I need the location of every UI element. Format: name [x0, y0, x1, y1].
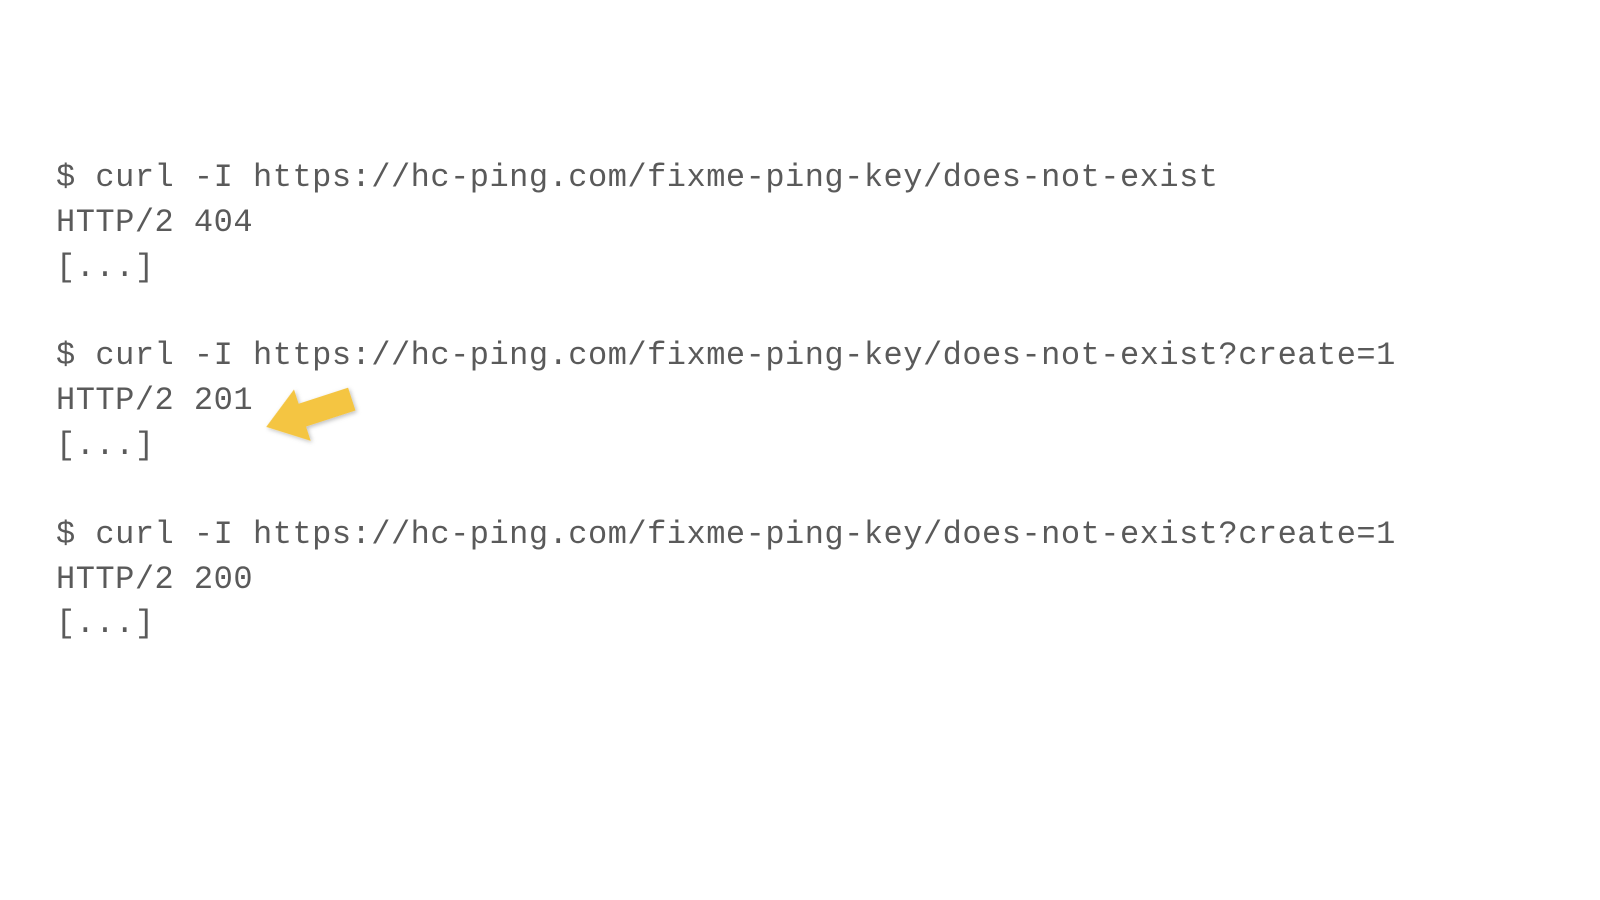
command-line: $ curl -I https://hc-ping.com/fixme-ping… — [56, 334, 1600, 379]
ellipsis-line: [...] — [56, 602, 1600, 647]
highlight-arrow-icon — [254, 378, 364, 448]
response-line: HTTP/2 404 — [56, 201, 1600, 246]
terminal-block-3: $ curl -I https://hc-ping.com/fixme-ping… — [56, 513, 1600, 647]
command-line: $ curl -I https://hc-ping.com/fixme-ping… — [56, 513, 1600, 558]
command-line: $ curl -I https://hc-ping.com/fixme-ping… — [56, 156, 1600, 201]
terminal-block-1: $ curl -I https://hc-ping.com/fixme-ping… — [56, 156, 1600, 290]
response-line: HTTP/2 200 — [56, 558, 1600, 603]
ellipsis-line: [...] — [56, 246, 1600, 291]
